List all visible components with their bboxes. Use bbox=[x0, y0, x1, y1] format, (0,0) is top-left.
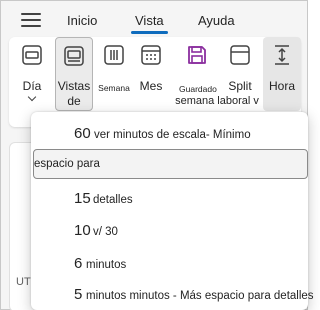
top-menubar: Inicio Vista Ayuda bbox=[1, 1, 307, 35]
menu-item-number: 5 bbox=[74, 286, 83, 303]
vistas-de-label-line1: Vistas bbox=[57, 79, 91, 93]
menu-item-6[interactable]: 6 minutos bbox=[31, 250, 308, 280]
dia-label: Día bbox=[22, 79, 42, 93]
menu-item-text: ver minutos de escala- Mínimo bbox=[94, 129, 251, 141]
hora-scale-button[interactable]: Hora bbox=[263, 37, 301, 111]
menu-item-15[interactable]: 15 detalles bbox=[31, 185, 308, 215]
menu-item-text: minutos minutos - Más espacio para detal… bbox=[86, 290, 314, 302]
split-view-icon bbox=[230, 45, 250, 65]
week-view-icon bbox=[104, 45, 124, 65]
menu-item-number: 15 bbox=[74, 190, 91, 207]
time-scale-menu: 60 ver minutos de escala- Mínimo espacio… bbox=[31, 112, 314, 310]
menu-item-60[interactable]: 60 ver minutos de escala- Mínimo bbox=[31, 120, 308, 150]
menu-item-espacio-para[interactable]: espacio para bbox=[33, 149, 308, 179]
month-view-icon bbox=[141, 45, 161, 65]
day-view-icon bbox=[22, 45, 42, 65]
vistas-de-label-line2: de bbox=[67, 94, 81, 108]
menu-item-text: minutos bbox=[86, 259, 127, 271]
menu-item-text: v/ 30 bbox=[93, 226, 118, 238]
tab-ayuda[interactable]: Ayuda bbox=[198, 13, 235, 28]
hora-label: Hora bbox=[268, 79, 295, 93]
tab-inicio[interactable]: Inicio bbox=[67, 13, 97, 28]
tab-vista[interactable]: Vista bbox=[131, 13, 168, 34]
save-icon bbox=[188, 46, 206, 64]
semana-laboral-label: semana laboral v bbox=[175, 95, 259, 107]
menu-item-text: detalles bbox=[93, 194, 133, 206]
menu-item-number: 60 bbox=[74, 125, 91, 142]
semana-label: Semana bbox=[98, 83, 130, 93]
mes-label: Mes bbox=[139, 79, 163, 93]
split-label: Split bbox=[228, 79, 252, 93]
time-scale-icon bbox=[275, 45, 289, 65]
vistas-de-button[interactable]: Vistas de bbox=[55, 37, 93, 111]
menu-item-number: 10 bbox=[74, 222, 91, 239]
menu-item-10[interactable]: 10 v/ 30 bbox=[31, 217, 308, 247]
menu-item-text: espacio para bbox=[34, 158, 100, 170]
work-week-view-icon bbox=[64, 46, 84, 66]
chevron-down-icon bbox=[27, 92, 37, 102]
menu-item-5[interactable]: 5 minutos minutos - Más espacio para det… bbox=[31, 281, 314, 310]
menu-item-number: 6 bbox=[74, 255, 83, 272]
hamburger-menu-icon[interactable] bbox=[21, 13, 41, 27]
